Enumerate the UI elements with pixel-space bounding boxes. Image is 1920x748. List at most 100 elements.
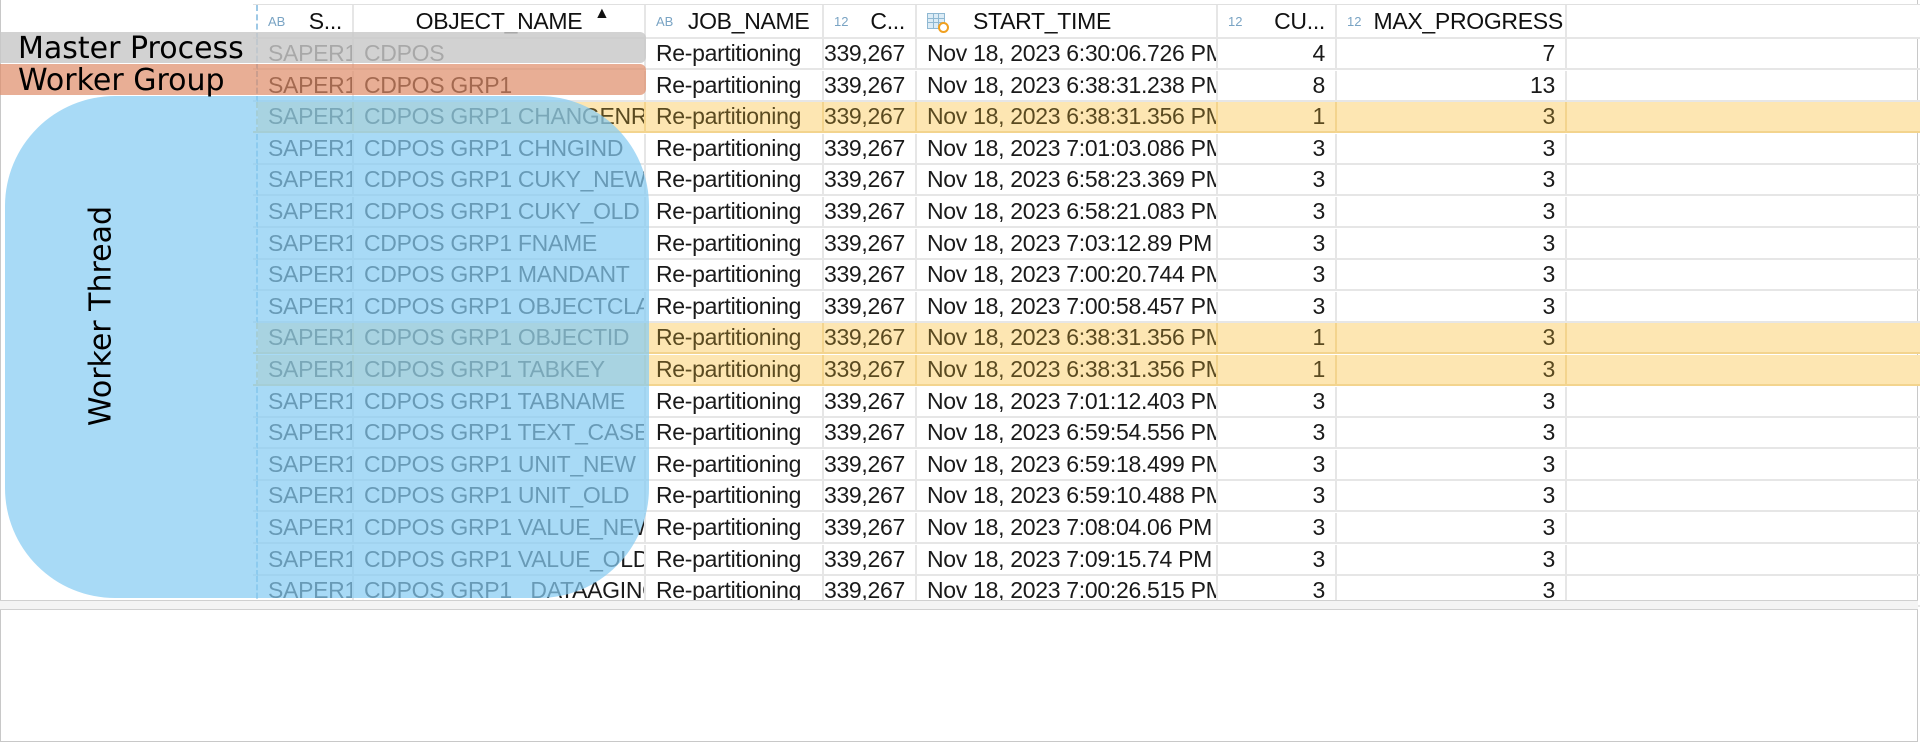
cell-max-progress[interactable]: 3 <box>1337 260 1567 292</box>
cell-c[interactable]: 339,267 <box>824 70 917 102</box>
cell-job-name[interactable]: Re-partitioning <box>646 513 824 544</box>
cell-max-progress[interactable]: 3 <box>1337 228 1567 260</box>
cell-c[interactable]: 339,267 <box>824 260 917 292</box>
cell-cu[interactable]: 4 <box>1218 39 1337 70</box>
cell-max-progress[interactable]: 13 <box>1337 70 1567 102</box>
cell-c[interactable]: 339,267 <box>824 165 917 197</box>
cell-start-time[interactable]: Nov 18, 2023 6:59:54.556 PM <box>917 418 1218 450</box>
cell-job-name[interactable]: Re-partitioning <box>646 291 824 323</box>
cell-c[interactable]: 339,267 <box>824 544 917 576</box>
cell-job-name[interactable]: Re-partitioning <box>646 418 824 450</box>
cell-cu[interactable]: 1 <box>1218 355 1337 386</box>
row-filler <box>1567 450 1920 481</box>
cell-start-time[interactable]: Nov 18, 2023 7:01:12.403 PM <box>917 386 1218 418</box>
cell-job-name[interactable]: Re-partitioning <box>646 260 824 292</box>
column-header-label: CU... <box>1274 7 1325 34</box>
cell-cu[interactable]: 3 <box>1218 228 1337 260</box>
cell-max-progress[interactable]: 3 <box>1337 418 1567 450</box>
column-header-c[interactable]: 12 C... <box>824 5 917 39</box>
calendar-icon <box>927 13 949 33</box>
cell-job-name[interactable]: Re-partitioning <box>646 39 824 70</box>
cell-job-name[interactable]: Re-partitioning <box>646 386 824 418</box>
horizontal-scrollbar[interactable] <box>0 600 1918 610</box>
cell-cu[interactable]: 3 <box>1218 165 1337 197</box>
cell-max-progress[interactable]: 3 <box>1337 323 1567 355</box>
cell-max-progress[interactable]: 7 <box>1337 39 1567 70</box>
cell-c[interactable]: 339,267 <box>824 355 917 386</box>
cell-start-time[interactable]: Nov 18, 2023 6:58:23.369 PM <box>917 165 1218 197</box>
cell-start-time[interactable]: Nov 18, 2023 7:08:04.06 PM <box>917 513 1218 544</box>
cell-cu[interactable]: 8 <box>1218 70 1337 102</box>
cell-max-progress[interactable]: 3 <box>1337 355 1567 386</box>
row-filler <box>1567 260 1920 292</box>
cell-start-time[interactable]: Nov 18, 2023 6:58:21.083 PM <box>917 197 1218 228</box>
cell-cu[interactable]: 1 <box>1218 323 1337 355</box>
cell-c[interactable]: 339,267 <box>824 228 917 260</box>
cell-job-name[interactable]: Re-partitioning <box>646 544 824 576</box>
cell-job-name[interactable]: Re-partitioning <box>646 449 824 481</box>
cell-max-progress[interactable]: 3 <box>1337 513 1567 544</box>
cell-job-name[interactable]: Re-partitioning <box>646 355 824 386</box>
cell-start-time[interactable]: Nov 18, 2023 6:38:31.356 PM <box>917 102 1218 134</box>
sort-ascending-icon[interactable]: ▲ <box>594 5 610 23</box>
column-header-label: MAX_PROGRESS <box>1373 7 1563 34</box>
cell-c[interactable]: 339,267 <box>824 197 917 228</box>
cell-c[interactable]: 339,267 <box>824 418 917 450</box>
cell-start-time[interactable]: Nov 18, 2023 7:03:12.89 PM <box>917 228 1218 260</box>
cell-cu[interactable]: 3 <box>1218 449 1337 481</box>
column-header-cu[interactable]: 12 CU... <box>1218 5 1337 39</box>
cell-cu[interactable]: 3 <box>1218 418 1337 450</box>
column-header-job-name[interactable]: AB JOB_NAME <box>646 5 824 39</box>
cell-c[interactable]: 339,267 <box>824 323 917 355</box>
cell-cu[interactable]: 3 <box>1218 513 1337 544</box>
cell-c[interactable]: 339,267 <box>824 39 917 70</box>
cell-job-name[interactable]: Re-partitioning <box>646 228 824 260</box>
cell-cu[interactable]: 3 <box>1218 481 1337 513</box>
cell-start-time[interactable]: Nov 18, 2023 6:38:31.238 PM <box>917 70 1218 102</box>
cell-max-progress[interactable]: 3 <box>1337 197 1567 228</box>
cell-max-progress[interactable]: 3 <box>1337 133 1567 165</box>
row-filler <box>1567 387 1920 418</box>
cell-start-time[interactable]: Nov 18, 2023 7:00:20.744 PM <box>917 260 1218 292</box>
cell-start-time[interactable]: Nov 18, 2023 6:59:18.499 PM <box>917 449 1218 481</box>
cell-max-progress[interactable]: 3 <box>1337 386 1567 418</box>
cell-cu[interactable]: 3 <box>1218 291 1337 323</box>
cell-max-progress[interactable]: 3 <box>1337 481 1567 513</box>
worker-group-label: Worker Group <box>18 63 225 98</box>
cell-cu[interactable]: 3 <box>1218 386 1337 418</box>
cell-start-time[interactable]: Nov 18, 2023 7:00:58.457 PM <box>917 291 1218 323</box>
cell-max-progress[interactable]: 3 <box>1337 544 1567 576</box>
cell-max-progress[interactable]: 3 <box>1337 165 1567 197</box>
cell-cu[interactable]: 3 <box>1218 197 1337 228</box>
cell-job-name[interactable]: Re-partitioning <box>646 102 824 134</box>
cell-c[interactable]: 339,267 <box>824 133 917 165</box>
cell-cu[interactable]: 3 <box>1218 260 1337 292</box>
cell-job-name[interactable]: Re-partitioning <box>646 165 824 197</box>
cell-start-time[interactable]: Nov 18, 2023 6:38:31.356 PM <box>917 323 1218 355</box>
master-process-label: Master Process <box>18 31 244 66</box>
cell-max-progress[interactable]: 3 <box>1337 449 1567 481</box>
cell-start-time[interactable]: Nov 18, 2023 6:38:31.356 PM <box>917 355 1218 386</box>
column-header-start-time[interactable]: START_TIME <box>917 5 1218 39</box>
cell-c[interactable]: 339,267 <box>824 481 917 513</box>
cell-start-time[interactable]: Nov 18, 2023 6:30:06.726 PM <box>917 39 1218 70</box>
cell-start-time[interactable]: Nov 18, 2023 7:01:03.086 PM <box>917 133 1218 165</box>
cell-start-time[interactable]: Nov 18, 2023 7:09:15.74 PM <box>917 544 1218 576</box>
cell-job-name[interactable]: Re-partitioning <box>646 481 824 513</box>
cell-c[interactable]: 339,267 <box>824 291 917 323</box>
cell-job-name[interactable]: Re-partitioning <box>646 197 824 228</box>
cell-cu[interactable]: 3 <box>1218 133 1337 165</box>
cell-start-time[interactable]: Nov 18, 2023 6:59:10.488 PM <box>917 481 1218 513</box>
cell-cu[interactable]: 1 <box>1218 102 1337 134</box>
cell-c[interactable]: 339,267 <box>824 102 917 134</box>
cell-cu[interactable]: 3 <box>1218 544 1337 576</box>
cell-max-progress[interactable]: 3 <box>1337 291 1567 323</box>
column-header-max-progress[interactable]: 12 MAX_PROGRESS <box>1337 5 1567 39</box>
cell-job-name[interactable]: Re-partitioning <box>646 323 824 355</box>
cell-max-progress[interactable]: 3 <box>1337 102 1567 134</box>
cell-c[interactable]: 339,267 <box>824 449 917 481</box>
cell-job-name[interactable]: Re-partitioning <box>646 133 824 165</box>
cell-job-name[interactable]: Re-partitioning <box>646 70 824 102</box>
cell-c[interactable]: 339,267 <box>824 513 917 544</box>
cell-c[interactable]: 339,267 <box>824 386 917 418</box>
